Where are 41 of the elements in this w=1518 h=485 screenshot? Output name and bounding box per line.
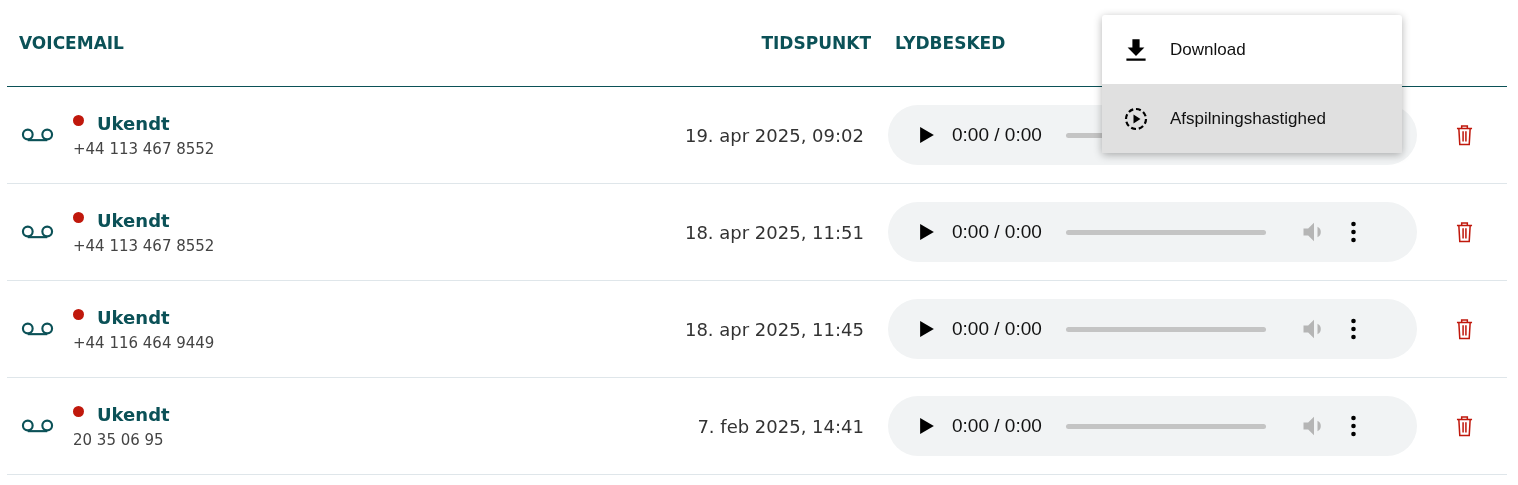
voicemail-icon [21,419,54,433]
progress-track[interactable] [1065,423,1266,429]
caller-name: Ukendt [97,403,170,425]
play-icon[interactable] [920,321,934,337]
voicemail-icon [21,128,54,142]
column-header: VOICEMAIL [19,33,125,53]
delete-icon[interactable] [1456,124,1473,146]
playback-speed-icon [1124,106,1148,131]
timestamp: 7. feb 2025, 14:41 [696,415,864,437]
play-icon[interactable] [920,418,934,434]
timestamp: 18. apr 2025, 11:45 [683,318,864,340]
play-icon[interactable] [920,127,934,143]
timestamp: 18. apr 2025, 11:51 [683,221,864,243]
caller-name: Ukendt [97,209,170,231]
delete-icon[interactable] [1456,221,1473,243]
caller-name: Ukendt [97,112,170,134]
playback-time: 0:00 / 0:00 [952,318,1042,340]
progress-track[interactable] [1065,326,1266,332]
column-header: TIDSPUNKT [760,33,871,53]
phone-number: +44 116 464 9449 [73,333,216,352]
more-icon[interactable] [1349,221,1357,243]
play-icon[interactable] [920,224,934,240]
phone-number: +44 113 467 8552 [73,139,216,158]
timestamp: 19. apr 2025, 09:02 [683,124,864,146]
phone-number: +44 113 467 8552 [73,236,216,255]
voicemail-icon [21,322,54,336]
delete-icon[interactable] [1456,318,1473,340]
playback-time: 0:00 / 0:00 [952,221,1042,243]
column-header: LYDBESKED [895,33,1006,53]
playback-time: 0:00 / 0:00 [952,415,1042,437]
more-icon[interactable] [1349,415,1357,437]
progress-track[interactable] [1065,229,1266,235]
menu-item[interactable]: Afspilningshastighed [1102,84,1402,153]
voicemail-icon [21,225,54,239]
delete-icon[interactable] [1456,415,1473,437]
phone-number: 20 35 06 95 [73,430,165,449]
download-icon [1124,37,1148,62]
playback-time: 0:00 / 0:00 [952,124,1042,146]
more-icon[interactable] [1349,318,1357,340]
menu-item[interactable]: Download [1102,15,1402,84]
caller-name: Ukendt [97,306,170,328]
